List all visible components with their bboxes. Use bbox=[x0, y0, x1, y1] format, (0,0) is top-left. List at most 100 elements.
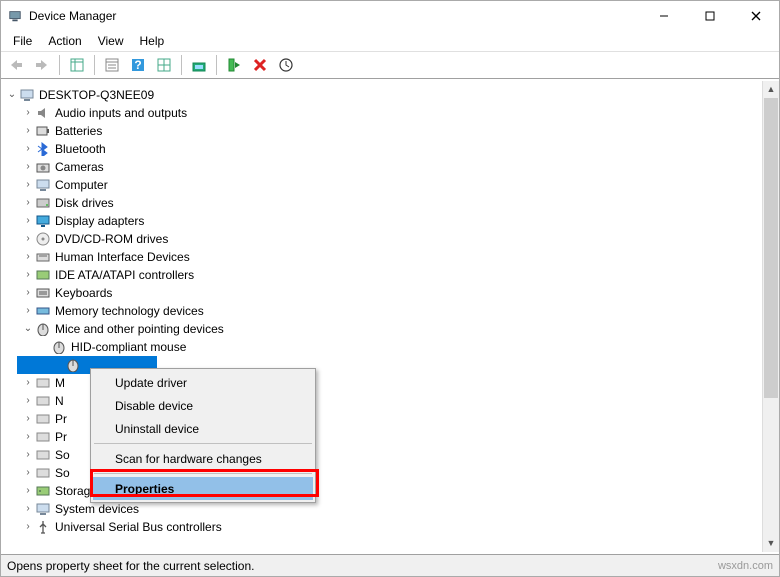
menu-uninstall-device[interactable]: Uninstall device bbox=[93, 417, 313, 440]
menu-help[interactable]: Help bbox=[134, 32, 171, 50]
category-label: Human Interface Devices bbox=[55, 248, 190, 266]
close-button[interactable] bbox=[733, 1, 779, 31]
menu-properties[interactable]: Properties bbox=[93, 477, 313, 500]
tree-category[interactable]: ›Computer bbox=[3, 176, 779, 194]
menu-action[interactable]: Action bbox=[42, 32, 87, 50]
category-icon bbox=[35, 483, 51, 499]
expander-icon[interactable]: › bbox=[21, 392, 35, 410]
tree-root[interactable]: ⌄ DESKTOP-Q3NEE09 bbox=[3, 86, 779, 104]
expander-icon[interactable]: › bbox=[21, 302, 35, 320]
tree-category-mice[interactable]: ⌄ Mice and other pointing devices bbox=[3, 320, 779, 338]
back-button[interactable] bbox=[5, 54, 27, 76]
expander-icon[interactable]: › bbox=[21, 428, 35, 446]
category-icon bbox=[35, 447, 51, 463]
category-icon bbox=[35, 159, 51, 175]
expander-icon[interactable]: › bbox=[21, 140, 35, 158]
uninstall-button[interactable] bbox=[249, 54, 271, 76]
category-label: Bluetooth bbox=[55, 140, 106, 158]
tree-category[interactable]: ›Cameras bbox=[3, 158, 779, 176]
menu-scan-hardware[interactable]: Scan for hardware changes bbox=[93, 447, 313, 470]
expander-icon[interactable]: › bbox=[21, 518, 35, 536]
device-label: HID-compliant mouse bbox=[71, 338, 186, 356]
category-label: Pr bbox=[55, 428, 67, 446]
expander-icon[interactable]: › bbox=[21, 122, 35, 140]
scroll-up-icon[interactable]: ▲ bbox=[763, 81, 779, 98]
expander-icon[interactable]: › bbox=[21, 158, 35, 176]
tree-category[interactable]: ›Batteries bbox=[3, 122, 779, 140]
tree-category[interactable]: › Human Interface Devices bbox=[3, 248, 779, 266]
expander-icon[interactable]: › bbox=[21, 104, 35, 122]
menu-file[interactable]: File bbox=[7, 32, 38, 50]
category-icon bbox=[35, 519, 51, 535]
scroll-down-icon[interactable]: ▼ bbox=[763, 535, 779, 552]
expander-icon[interactable]: › bbox=[21, 410, 35, 428]
svg-text:?: ? bbox=[134, 58, 141, 72]
minimize-button[interactable] bbox=[641, 1, 687, 31]
show-hide-tree-button[interactable] bbox=[66, 54, 88, 76]
tree-category[interactable]: ›IDE ATA/ATAPI controllers bbox=[3, 266, 779, 284]
category-icon bbox=[35, 411, 51, 427]
expander-icon[interactable]: › bbox=[21, 482, 35, 500]
status-bar: Opens property sheet for the current sel… bbox=[1, 554, 779, 576]
tree-category[interactable]: ›Disk drives bbox=[3, 194, 779, 212]
root-label: DESKTOP-Q3NEE09 bbox=[39, 86, 154, 104]
category-icon bbox=[35, 465, 51, 481]
menu-update-driver[interactable]: Update driver bbox=[93, 371, 313, 394]
category-icon bbox=[35, 213, 51, 229]
expander-icon[interactable]: › bbox=[21, 248, 35, 266]
expander-icon[interactable]: › bbox=[21, 176, 35, 194]
expander-icon[interactable]: › bbox=[21, 500, 35, 518]
category-label: Keyboards bbox=[55, 284, 112, 302]
menu-properties-label: Properties bbox=[115, 482, 174, 496]
expander-icon[interactable]: › bbox=[21, 212, 35, 230]
expander-icon[interactable]: › bbox=[21, 374, 35, 392]
window-title: Device Manager bbox=[29, 9, 116, 23]
category-label: So bbox=[55, 446, 70, 464]
expander-icon[interactable]: › bbox=[21, 446, 35, 464]
expander-icon[interactable]: › bbox=[21, 194, 35, 212]
forward-button[interactable] bbox=[31, 54, 53, 76]
category-label: Memory technology devices bbox=[55, 302, 204, 320]
watermark: wsxdn.com bbox=[718, 560, 773, 572]
grid-button[interactable] bbox=[153, 54, 175, 76]
tree-category[interactable]: › Memory technology devices bbox=[3, 302, 779, 320]
tree-device-hid-mouse[interactable]: HID-compliant mouse bbox=[3, 338, 779, 356]
category-icon bbox=[35, 123, 51, 139]
help-button[interactable]: ? bbox=[127, 54, 149, 76]
expander-icon[interactable]: › bbox=[21, 284, 35, 302]
expander-icon[interactable]: › bbox=[21, 464, 35, 482]
properties-button[interactable] bbox=[101, 54, 123, 76]
update-driver-button[interactable] bbox=[188, 54, 210, 76]
scan-hardware-button[interactable] bbox=[275, 54, 297, 76]
tree-category[interactable]: › Display adapters bbox=[3, 212, 779, 230]
scrollbar-thumb[interactable] bbox=[764, 98, 778, 398]
computer-icon bbox=[19, 87, 35, 103]
tree-category[interactable]: ›DVD/CD-ROM drives bbox=[3, 230, 779, 248]
tree-category[interactable]: ›Audio inputs and outputs bbox=[3, 104, 779, 122]
menu-view[interactable]: View bbox=[92, 32, 130, 50]
expander-icon[interactable]: ⌄ bbox=[5, 86, 19, 104]
expander-icon[interactable]: ⌄ bbox=[21, 320, 35, 338]
mouse-icon bbox=[51, 339, 67, 355]
category-label: Mice and other pointing devices bbox=[55, 320, 224, 338]
tree-category[interactable]: › Universal Serial Bus controllers bbox=[3, 518, 779, 536]
vertical-scrollbar[interactable]: ▲ ▼ bbox=[762, 81, 779, 552]
menu-disable-device[interactable]: Disable device bbox=[93, 394, 313, 417]
expander-icon[interactable]: › bbox=[21, 266, 35, 284]
tree-category[interactable]: › Bluetooth bbox=[3, 140, 779, 158]
mouse-icon bbox=[35, 321, 51, 337]
category-label: Display adapters bbox=[55, 212, 144, 230]
menu-separator bbox=[94, 473, 312, 474]
category-label: M bbox=[55, 374, 65, 392]
expander-icon[interactable]: › bbox=[21, 230, 35, 248]
category-icon bbox=[35, 231, 51, 247]
category-icon bbox=[35, 393, 51, 409]
tree-category[interactable]: › Keyboards bbox=[3, 284, 779, 302]
toolbar: ? bbox=[1, 51, 779, 79]
enable-device-button[interactable] bbox=[223, 54, 245, 76]
category-label: Universal Serial Bus controllers bbox=[55, 518, 222, 536]
category-icon bbox=[35, 177, 51, 193]
category-label: N bbox=[55, 392, 64, 410]
maximize-button[interactable] bbox=[687, 1, 733, 31]
category-icon bbox=[35, 105, 51, 121]
